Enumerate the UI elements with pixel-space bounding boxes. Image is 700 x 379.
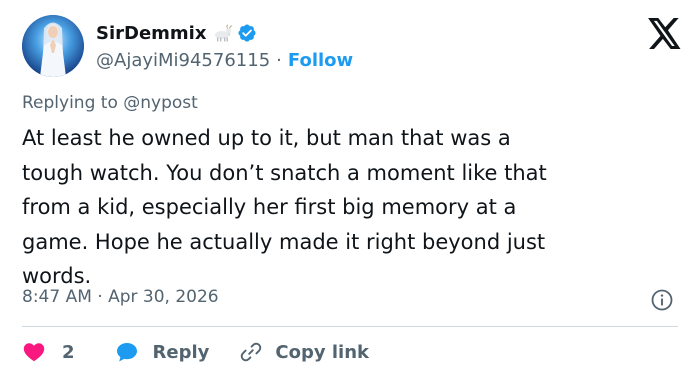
tweet-text: At least he owned up to it, but man that… — [22, 126, 547, 288]
chat-bubble-icon — [116, 343, 137, 362]
display-name[interactable]: SirDemmix — [96, 23, 206, 44]
reply-label: Reply — [152, 341, 210, 363]
divider — [22, 326, 678, 327]
link-icon — [241, 342, 262, 362]
copy-link-button[interactable]: Copy link — [239, 340, 369, 364]
handle-row: @AjayiMi94576115 · Follow — [96, 47, 353, 73]
separator-dot: · — [276, 49, 282, 71]
action-bar: 2 Reply Copy link — [22, 337, 399, 367]
info-icon[interactable] — [650, 288, 674, 312]
reply-button[interactable]: Reply — [115, 340, 210, 364]
user-handle[interactable]: @AjayiMi94576115 — [96, 50, 270, 71]
verified-badge-icon — [237, 23, 257, 43]
timestamp-text[interactable]: 8:47 AM · Apr 30, 2026 — [22, 287, 219, 307]
goat-icon — [213, 23, 233, 43]
follow-button[interactable]: Follow — [288, 50, 353, 71]
like-count: 2 — [62, 341, 75, 363]
timestamp[interactable]: 8:47 AM · Apr 30, 2026 — [22, 287, 219, 307]
avatar[interactable] — [22, 15, 84, 77]
praying-figure-icon — [22, 15, 84, 77]
name-row: SirDemmix — [96, 20, 257, 46]
copy-link-label: Copy link — [275, 341, 369, 363]
tweet-card: SirDemmix @AjayiMi94576115 · Follow Repl… — [0, 0, 700, 379]
x-logo-icon[interactable] — [648, 18, 682, 49]
heart-icon — [23, 343, 45, 362]
like-button[interactable]: 2 — [22, 340, 75, 364]
replying-to: Replying to @nypost — [22, 93, 198, 113]
